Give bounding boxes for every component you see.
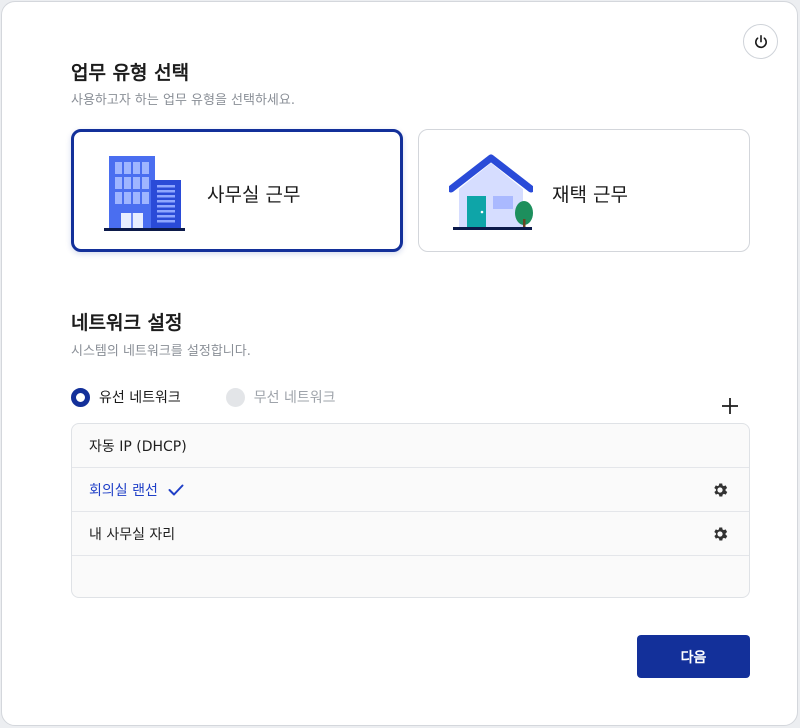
gear-icon[interactable] [711, 481, 729, 499]
power-button[interactable] [743, 24, 778, 59]
work-type-subtitle: 사용하고자 하는 업무 유형을 선택하세요. [71, 93, 295, 108]
office-building-icon [104, 156, 185, 231]
radio-label-wired: 유선 네트워크 [99, 390, 181, 406]
radio-wired-network[interactable]: 유선 네트워크 [71, 387, 181, 407]
network-item-dhcp[interactable]: 자동 IP (DHCP) [72, 424, 749, 468]
work-type-label-home: 재택 근무 [552, 184, 628, 206]
radio-disabled-indicator [225, 387, 245, 407]
radio-wireless-network[interactable]: 무선 네트워크 [225, 387, 336, 407]
check-icon [168, 484, 184, 496]
next-button[interactable]: 다음 [637, 635, 750, 678]
setup-dialog: 업무 유형 선택 사용하고자 하는 업무 유형을 선택하세요. 사무실 근무 재… [1, 1, 798, 726]
network-list: 자동 IP (DHCP) 회의실 랜선 내 사무실 자리 [71, 423, 750, 598]
work-type-card-home[interactable]: 재택 근무 [418, 129, 750, 252]
network-item-name: 회의실 랜선 [89, 482, 158, 499]
network-mode-group: 유선 네트워크 무선 네트워크 [71, 387, 335, 407]
work-type-card-office[interactable]: 사무실 근무 [71, 129, 403, 252]
network-item-name: 자동 IP (DHCP) [89, 438, 187, 455]
power-icon [754, 34, 767, 48]
network-item-name: 내 사무실 자리 [89, 526, 176, 543]
network-item-meeting-room[interactable]: 회의실 랜선 [72, 468, 749, 512]
network-list-empty-row [72, 556, 749, 597]
radio-label-wireless: 무선 네트워크 [253, 390, 336, 406]
work-type-label-office: 사무실 근무 [207, 184, 301, 206]
network-subtitle: 시스템의 네트워크를 설정합니다. [71, 344, 251, 359]
work-type-title: 업무 유형 선택 [71, 62, 190, 84]
network-item-my-desk[interactable]: 내 사무실 자리 [72, 512, 749, 556]
plus-icon [722, 398, 738, 414]
radio-selected-indicator [71, 387, 90, 407]
add-network-button[interactable] [718, 394, 742, 418]
gear-icon[interactable] [711, 525, 729, 543]
house-icon [449, 154, 533, 230]
network-title: 네트워크 설정 [71, 312, 183, 334]
